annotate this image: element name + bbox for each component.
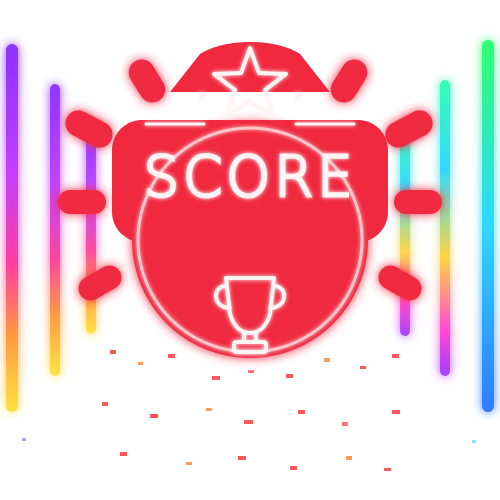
- neon-tube: [6, 44, 18, 412]
- neon-tube: [400, 124, 410, 336]
- floor-reflection: [22, 350, 476, 471]
- neon-tube: [440, 80, 450, 376]
- neon-tube: [50, 84, 60, 376]
- badge-top-lines: [144, 92, 356, 126]
- neon-tubes-right: [400, 40, 494, 412]
- badge-title: SCORE: [143, 145, 356, 210]
- score-neon-graphic: SCORE: [0, 0, 500, 500]
- neon-tube: [86, 124, 96, 334]
- neon-tube: [482, 40, 494, 412]
- neon-artwork: SCORE: [6, 40, 494, 471]
- neon-tubes-left: [6, 44, 96, 412]
